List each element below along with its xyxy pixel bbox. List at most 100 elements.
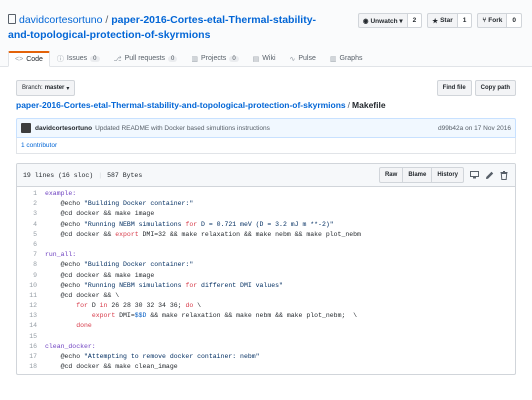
fork-label: Fork <box>488 17 503 24</box>
pencil-icon[interactable] <box>484 170 494 180</box>
line-content: done <box>76 322 92 330</box>
line-number[interactable]: 17 <box>17 352 45 362</box>
file-action-group: Raw Blame History <box>378 167 464 183</box>
chevron-down-icon: ▾ <box>66 85 70 92</box>
line-number[interactable]: 6 <box>17 240 45 250</box>
tab-issues[interactable]: ⓘ Issues 0 <box>50 51 107 66</box>
issue-icon: ⓘ <box>56 55 64 63</box>
code-line: 4 @echo "Running NEBM simulations for D … <box>17 220 515 230</box>
file-lines-info: 19 lines (16 sloc) <box>23 171 94 179</box>
star-label: Star <box>440 17 453 24</box>
commit-message-link[interactable]: Updated README with Docker based simulti… <box>95 125 270 132</box>
tab-label: Pull requests <box>124 55 166 62</box>
code-line: 9 @cd docker && make image <box>17 271 515 281</box>
line-number[interactable]: 15 <box>17 332 45 342</box>
breadcrumb-repo-link[interactable]: paper-2016-Cortes-etal-Thermal-stability… <box>16 100 346 110</box>
line-number[interactable]: 13 <box>17 311 45 321</box>
trash-icon[interactable] <box>499 170 509 180</box>
star-button[interactable]: ★ Star <box>427 13 458 28</box>
line-number[interactable]: 2 <box>17 199 45 209</box>
blame-button[interactable]: Blame <box>402 167 433 183</box>
line-number[interactable]: 7 <box>17 250 45 260</box>
copy-path-button[interactable]: Copy path <box>474 80 516 96</box>
contributors-bar: 1 contributor <box>16 138 516 154</box>
file-actions: Raw Blame History <box>378 167 509 183</box>
code-icon: <> <box>15 56 24 63</box>
file-size-info: 587 Bytes <box>107 171 143 179</box>
line-number[interactable]: 3 <box>17 209 45 219</box>
line-content: @cd docker && make image <box>45 271 155 279</box>
history-button[interactable]: History <box>431 167 464 183</box>
line-number[interactable]: 4 <box>17 220 45 230</box>
line-content: @cd docker && \ <box>45 291 120 299</box>
tab-label: Code <box>26 56 43 63</box>
commit-sha-link[interactable]: d99b42a <box>438 125 463 132</box>
watchers-count[interactable]: 2 <box>407 13 423 28</box>
commit-author-link[interactable]: davidcortesortuno <box>35 125 92 132</box>
stars-count[interactable]: 1 <box>457 13 473 28</box>
commit-meta: d99b42a on 17 Nov 2016 <box>438 125 511 132</box>
raw-button[interactable]: Raw <box>378 167 404 183</box>
star-action: ★ Star 1 <box>427 13 473 28</box>
line-number[interactable]: 10 <box>17 281 45 291</box>
tab-label: Issues <box>66 55 88 62</box>
branch-name: master <box>44 85 65 91</box>
line-number[interactable]: 16 <box>17 342 45 352</box>
line-content: @echo "Attempting to remove docker conta… <box>45 353 260 360</box>
code-line: 17 @echo "Attempting to remove docker co… <box>17 352 515 362</box>
repo-icon <box>8 14 16 24</box>
branch-select[interactable]: Branch: master ▾ <box>16 80 76 96</box>
repo-owner-link[interactable]: davidcortesortuno <box>19 14 102 26</box>
projects-counter: 0 <box>229 55 239 62</box>
line-number[interactable]: 11 <box>17 291 45 301</box>
pull-request-icon: ⎇ <box>113 55 122 63</box>
pulse-icon: ∿ <box>289 55 296 63</box>
contributors-link[interactable]: 1 contributor <box>21 142 57 149</box>
graph-icon: ▥ <box>329 55 337 63</box>
commit-tease: davidcortesortuno Updated README with Do… <box>16 118 516 138</box>
file-info-divider: | <box>98 171 103 179</box>
repo-nav: <> Code ⓘ Issues 0 ⎇ Pull requests 0 ▥ Project… <box>8 51 369 67</box>
file-box: 19 lines (16 sloc) | 587 Bytes Raw Blame… <box>16 163 516 375</box>
avatar[interactable] <box>21 123 31 133</box>
tab-wiki[interactable]: ▤ Wiki <box>246 51 283 66</box>
code-line: 12 for D in 26 28 30 32 34 36; do \ <box>17 301 515 311</box>
line-content: export DMI=$$D && make relaxation && mak… <box>91 312 358 320</box>
repo-title: davidcortesortuno / paper-2016-Cortes-et… <box>8 13 338 43</box>
fork-icon: ⑂ <box>482 17 487 24</box>
file-header: 19 lines (16 sloc) | 587 Bytes Raw Blame… <box>17 164 515 187</box>
issues-counter: 0 <box>90 55 100 62</box>
code-line: 7 run_all: <box>17 250 515 260</box>
repo-separator: / <box>102 14 112 26</box>
line-content: @cd docker && export DMI=32 && make rela… <box>45 230 361 238</box>
line-number[interactable]: 18 <box>17 362 45 372</box>
tab-projects[interactable]: ▥ Projects 0 <box>184 51 245 66</box>
unwatch-button[interactable]: ◉ Unwatch ▾ <box>357 13 408 28</box>
tab-label: Wiki <box>262 55 276 62</box>
fork-action: ⑂ Fork 0 <box>477 13 522 28</box>
find-file-button[interactable]: Find file <box>436 80 472 96</box>
desktop-icon[interactable] <box>469 170 479 180</box>
line-number[interactable]: 8 <box>17 260 45 270</box>
code-line: 5 @cd docker && export DMI=32 && make re… <box>17 230 515 240</box>
tab-graphs[interactable]: ▥ Graphs <box>323 51 370 66</box>
code-view: 1 example: 2 @echo "Building Docker contai… <box>17 187 515 372</box>
line-number[interactable]: 9 <box>17 271 45 281</box>
tab-label: Projects <box>201 55 227 62</box>
forks-count[interactable]: 0 <box>507 13 522 28</box>
fork-button[interactable]: ⑂ Fork <box>477 13 508 28</box>
tab-code[interactable]: <> Code <box>8 51 50 67</box>
code-line: 1 example: <box>17 189 515 199</box>
repo-header: davidcortesortuno / paper-2016-Cortes-et… <box>0 0 532 67</box>
line-number[interactable]: 5 <box>17 230 45 240</box>
line-number[interactable]: 14 <box>17 321 45 331</box>
line-number[interactable]: 1 <box>17 189 45 199</box>
code-line: 11 @cd docker && \ <box>17 291 515 301</box>
tab-label: Graphs <box>339 55 363 62</box>
tab-pulse[interactable]: ∿ Pulse <box>283 51 323 66</box>
line-number[interactable]: 12 <box>17 301 45 311</box>
tab-pull-requests[interactable]: ⎇ Pull requests 0 <box>107 51 185 66</box>
code-line: 6 <box>17 240 515 250</box>
commit-date: on 17 Nov 2016 <box>465 124 511 132</box>
breadcrumb: paper-2016-Cortes-etal-Thermal-stability… <box>16 100 386 110</box>
